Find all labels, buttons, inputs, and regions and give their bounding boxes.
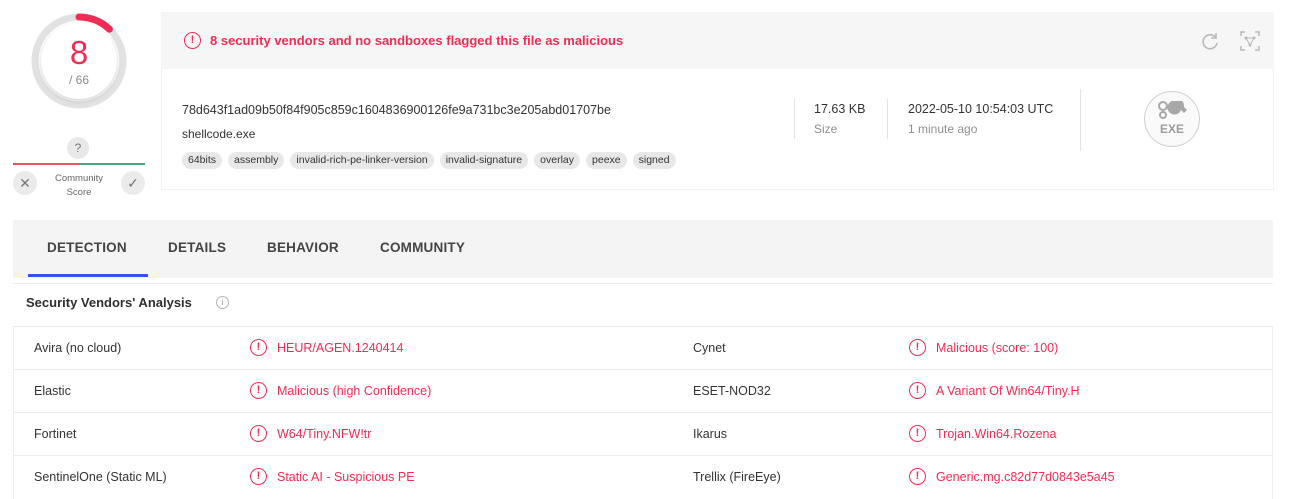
alert-message: 8 security vendors and no sandboxes flag… <box>210 33 624 48</box>
tab-detection[interactable]: DETECTION <box>47 240 127 255</box>
file-tag[interactable]: overlay <box>534 152 581 169</box>
file-type-label: EXE <box>1159 122 1184 136</box>
community-score-label-line1: Community <box>54 173 104 184</box>
vendor-result: Malicious (high Confidence) <box>277 384 432 398</box>
close-icon: ✕ <box>19 175 31 191</box>
vendor-name: Fortinet <box>34 427 77 441</box>
alert-circle-icon: ! <box>184 32 201 49</box>
tab-details[interactable]: DETAILS <box>168 240 226 255</box>
reanalyze-icon[interactable] <box>1199 30 1221 52</box>
vendor-result: HEUR/AGEN.1240414 <box>277 341 404 355</box>
exe-file-icon: EXE <box>1144 91 1200 147</box>
alert-circle-icon: ! <box>250 425 267 442</box>
file-name: shellcode.exe <box>182 127 256 141</box>
tab-community[interactable]: COMMUNITY <box>380 240 465 255</box>
file-size-value: 17.63 KB <box>814 102 866 116</box>
file-tag[interactable]: signed <box>632 152 676 169</box>
alert-circle-icon: ! <box>909 425 926 442</box>
last-analysis-relative: 1 minute ago <box>908 122 978 136</box>
file-tag[interactable]: assembly <box>228 152 285 169</box>
vendor-name: Elastic <box>34 384 71 398</box>
gauge-center: 8 / 66 <box>41 23 117 99</box>
vendor-result: Generic.mg.c82d77d0843e5a45 <box>936 470 1115 484</box>
file-info-card: 78d643f1ad09b50f84f905c859c1604836900126… <box>161 69 1274 190</box>
checkmark-icon: ✓ <box>127 175 139 191</box>
file-tag[interactable]: invalid-signature <box>439 152 529 169</box>
engine-total: / 66 <box>68 73 89 87</box>
active-tab-indicator <box>28 274 148 277</box>
graph-expand-icon <box>1240 31 1260 51</box>
community-score-unknown-icon: ? <box>67 137 89 159</box>
gear-icon <box>1158 101 1187 119</box>
section-title: Security Vendors' Analysis <box>26 295 192 310</box>
alert-circle-icon: ! <box>250 339 267 356</box>
table-row: SentinelOne (Static ML) ! Static AI - Su… <box>14 456 1272 499</box>
vendor-name: Cynet <box>693 341 726 355</box>
community-score-label: Community Score <box>49 172 109 200</box>
file-tag[interactable]: invalid-rich-pe-linker-version <box>290 152 434 169</box>
divider <box>794 99 795 139</box>
vendor-result: A Variant Of Win64/Tiny.H <box>936 384 1080 398</box>
report-tabs: DETECTION DETAILS BEHAVIOR COMMUNITY <box>13 220 1273 278</box>
community-score-bar-negative <box>13 163 79 165</box>
vendor-name: Trellix (FireEye) <box>693 470 781 484</box>
detection-alert-bar: ! 8 security vendors and no sandboxes fl… <box>161 12 1274 69</box>
divider <box>13 283 1273 284</box>
divider <box>1080 89 1081 151</box>
file-hash[interactable]: 78d643f1ad09b50f84f905c859c1604836900126… <box>182 103 611 117</box>
vendor-result: W64/Tiny.NFW!tr <box>277 427 372 441</box>
tab-behavior[interactable]: BEHAVIOR <box>267 240 339 255</box>
divider <box>887 99 888 139</box>
vendor-name: Ikarus <box>693 427 728 441</box>
alert-circle-icon: ! <box>909 382 926 399</box>
file-tag[interactable]: 64bits <box>182 152 223 169</box>
alert-circle-icon: ! <box>909 468 926 485</box>
vendor-result: Trojan.Win64.Rozena <box>936 427 1057 441</box>
community-score-label-line2: Score <box>66 187 92 198</box>
vendor-name: Avira (no cloud) <box>34 341 122 355</box>
last-analysis-date: 2022-05-10 10:54:03 UTC <box>908 102 1054 116</box>
alert-circle-icon: ! <box>909 339 926 356</box>
similar-files-icon[interactable] <box>1239 30 1261 52</box>
vendors-table: Avira (no cloud) ! HEUR/AGEN.1240414 Cyn… <box>13 326 1273 499</box>
file-size-label: Size <box>814 122 838 136</box>
file-tag[interactable]: peexe <box>586 152 627 169</box>
detection-score-gauge: 8 / 66 <box>29 11 129 111</box>
table-row: Avira (no cloud) ! HEUR/AGEN.1240414 Cyn… <box>14 327 1272 370</box>
vendor-result: Static AI - Suspicious PE <box>277 470 415 484</box>
file-tags: 64bits assembly invalid-rich-pe-linker-ver… <box>182 152 676 169</box>
community-score-bar-positive <box>79 163 145 165</box>
table-row: Fortinet ! W64/Tiny.NFW!tr Ikarus ! Troj… <box>14 413 1272 456</box>
info-icon[interactable]: i <box>216 296 229 309</box>
vendor-result: Malicious (score: 100) <box>936 341 1059 355</box>
table-row: Elastic ! Malicious (high Confidence) ES… <box>14 370 1272 413</box>
alert-circle-icon: ! <box>250 382 267 399</box>
detection-count: 8 <box>69 34 89 71</box>
vote-harmful-button[interactable]: ✕ <box>13 171 37 195</box>
alert-circle-icon: ! <box>250 468 267 485</box>
vote-harmless-button[interactable]: ✓ <box>121 171 145 195</box>
refresh-icon <box>1202 33 1218 50</box>
vendor-name: SentinelOne (Static ML) <box>34 470 167 484</box>
vendor-name: ESET-NOD32 <box>693 384 771 398</box>
